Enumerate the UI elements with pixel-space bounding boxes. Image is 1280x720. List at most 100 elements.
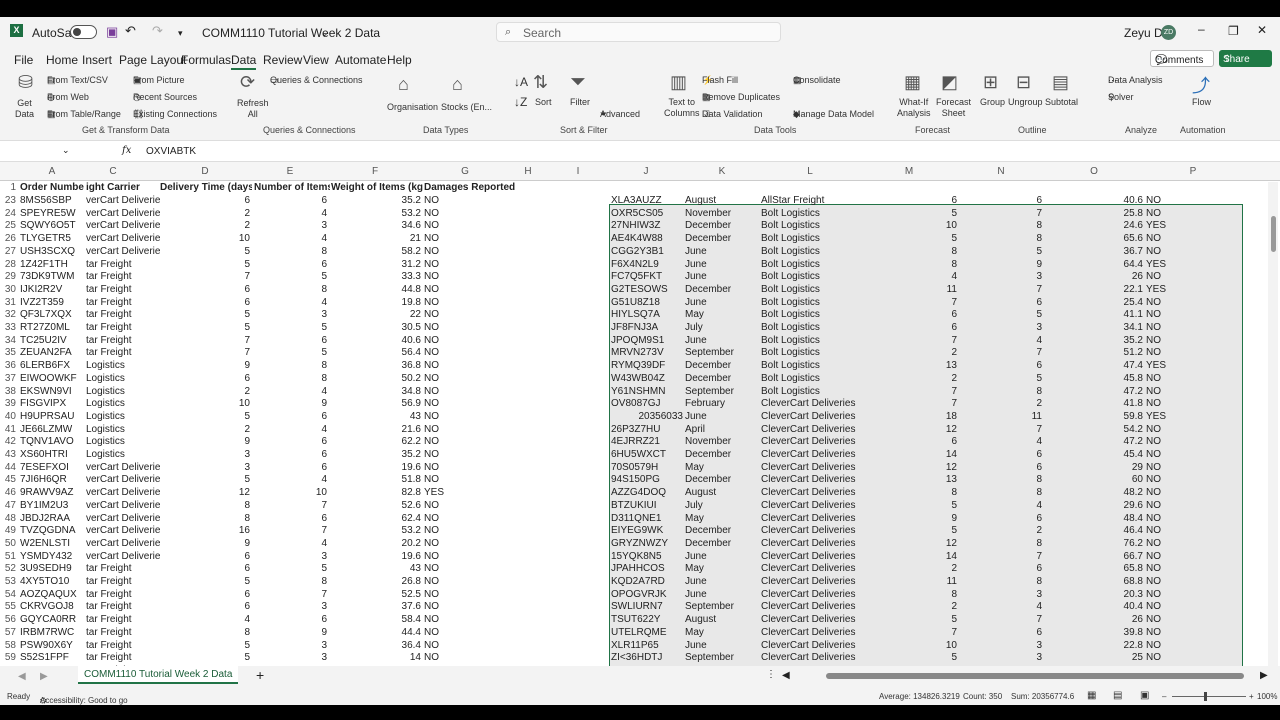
cell-items[interactable]: 6 bbox=[958, 360, 1042, 372]
row-number[interactable]: 37 bbox=[0, 373, 16, 385]
tab-help[interactable]: Help bbox=[387, 53, 412, 67]
cell-carrier[interactable]: Logistics bbox=[86, 360, 160, 372]
cell-order-number[interactable]: 73DK9TWM bbox=[20, 271, 86, 283]
cell-delivery-time[interactable]: 9 bbox=[860, 513, 957, 525]
row-number[interactable]: 52 bbox=[0, 563, 16, 575]
cell-order-number[interactable]: JF8FNJ3A bbox=[611, 322, 683, 334]
chevron-down-icon[interactable]: ⌄ bbox=[321, 28, 329, 39]
cell-weight[interactable]: 53.2 bbox=[331, 208, 421, 220]
column-header-e[interactable]: E bbox=[284, 166, 296, 178]
cell-order-number[interactable]: XLA3AUZZ bbox=[611, 195, 683, 207]
cell-delivery-time[interactable]: 7 bbox=[160, 347, 250, 359]
cell-delivery-time[interactable]: 14 bbox=[860, 551, 957, 563]
tab-page-layout[interactable]: Page Layout bbox=[119, 53, 186, 67]
row-number[interactable]: 58 bbox=[0, 640, 16, 652]
cell-items[interactable]: 6 bbox=[254, 259, 327, 271]
cell-weight[interactable]: 35.2 bbox=[1043, 335, 1143, 347]
cell-carrier[interactable]: CleverCart Deliveries bbox=[761, 398, 859, 410]
cell-damages[interactable]: NO bbox=[424, 652, 484, 664]
cell-damages[interactable]: NO bbox=[1146, 322, 1206, 334]
cell-carrier[interactable]: verCart Deliveries bbox=[86, 487, 160, 499]
cell-month[interactable]: August bbox=[685, 487, 758, 499]
cell-order-number[interactable]: Y61NSHMN bbox=[611, 386, 683, 398]
cell-month[interactable]: June bbox=[685, 246, 758, 258]
group-button[interactable]: Group bbox=[980, 97, 1005, 107]
cell-items[interactable]: 5 bbox=[254, 322, 327, 334]
cell-items[interactable]: 7 bbox=[958, 614, 1042, 626]
cell-order-number[interactable]: 7JI6H6QR bbox=[20, 474, 86, 486]
cell-month[interactable]: August bbox=[685, 614, 758, 626]
cell-order-number[interactable]: 94S150PG bbox=[611, 474, 683, 486]
cell-items[interactable]: 6 bbox=[958, 297, 1042, 309]
cell-carrier[interactable]: CleverCart Deliveries bbox=[761, 500, 859, 512]
cell-carrier[interactable]: CleverCart Deliveries bbox=[761, 576, 859, 588]
tab-review[interactable]: Review bbox=[263, 53, 302, 67]
cell-delivery-time[interactable]: 12 bbox=[860, 424, 957, 436]
cell-damages[interactable]: NO bbox=[1146, 297, 1206, 309]
cell-weight[interactable]: 34.1 bbox=[1043, 322, 1143, 334]
cell-delivery-time[interactable]: 6 bbox=[160, 297, 250, 309]
horizontal-scroll-thumb[interactable] bbox=[826, 673, 1244, 679]
cell-delivery-time[interactable]: 6 bbox=[160, 373, 250, 385]
cell-damages[interactable]: NO bbox=[424, 525, 484, 537]
cell-carrier[interactable]: CleverCart Deliveries bbox=[761, 640, 859, 652]
cell-damages[interactable]: NO bbox=[424, 246, 484, 258]
cell-weight[interactable]: 30.5 bbox=[331, 322, 421, 334]
cell-order-number[interactable]: G2TESOWS bbox=[611, 284, 683, 296]
cell-damages[interactable]: NO bbox=[424, 398, 484, 410]
cell-weight[interactable]: 24.6 bbox=[1043, 220, 1143, 232]
cell-weight[interactable]: 56.9 bbox=[331, 398, 421, 410]
cell-items[interactable]: 2 bbox=[958, 525, 1042, 537]
cell-delivery-time[interactable]: 2 bbox=[160, 424, 250, 436]
cell-damages[interactable]: NO bbox=[1146, 373, 1206, 385]
cell-weight[interactable]: 34.8 bbox=[331, 386, 421, 398]
cell-carrier[interactable]: tar Freight bbox=[86, 284, 160, 296]
cell-delivery-time[interactable]: 5 bbox=[860, 208, 957, 220]
cell-items[interactable]: 9 bbox=[958, 259, 1042, 271]
row-number[interactable]: 35 bbox=[0, 347, 16, 359]
cell-delivery-time[interactable]: 2 bbox=[860, 373, 957, 385]
cell-month[interactable]: June bbox=[685, 576, 758, 588]
row-number[interactable]: 42 bbox=[0, 436, 16, 448]
cell-carrier[interactable]: Bolt Logistics bbox=[761, 246, 859, 258]
cell-delivery-time[interactable]: 6 bbox=[860, 195, 957, 207]
cell-items[interactable]: 6 bbox=[254, 614, 327, 626]
cell-delivery-time[interactable]: 6 bbox=[160, 551, 250, 563]
cell-damages[interactable]: NO bbox=[424, 449, 484, 461]
row-number[interactable]: 31 bbox=[0, 297, 16, 309]
comments-button[interactable]: 💬 Comments bbox=[1150, 50, 1214, 67]
cell-carrier[interactable]: tar Freight bbox=[86, 297, 160, 309]
cell-damages[interactable]: NO bbox=[424, 360, 484, 372]
cell-weight[interactable]: 20.2 bbox=[331, 538, 421, 550]
header-cell-c[interactable]: ight Carrier bbox=[86, 182, 161, 194]
cell-order-number[interactable]: F6X4N2L9 bbox=[611, 259, 683, 271]
cell-delivery-time[interactable]: 4 bbox=[860, 271, 957, 283]
cell-damages[interactable]: NO bbox=[1146, 436, 1206, 448]
cell-items[interactable]: 3 bbox=[958, 589, 1042, 601]
cell-weight[interactable]: 64.4 bbox=[1043, 259, 1143, 271]
cell-carrier[interactable]: CleverCart Deliveries bbox=[761, 538, 859, 550]
cell-carrier[interactable]: verCart Deliveries bbox=[86, 233, 160, 245]
add-sheet-icon[interactable]: + bbox=[256, 667, 264, 683]
cell-order-number[interactable]: UTELRQME bbox=[611, 627, 683, 639]
cell-weight[interactable]: 26 bbox=[1043, 271, 1143, 283]
cell-items[interactable]: 3 bbox=[958, 640, 1042, 652]
row-number[interactable]: 45 bbox=[0, 474, 16, 486]
flow-button[interactable]: Flow bbox=[1192, 97, 1211, 107]
cell-weight[interactable]: 45.8 bbox=[1043, 373, 1143, 385]
cell-damages[interactable]: NO bbox=[424, 322, 484, 334]
cell-order-number[interactable]: EKSWN9VI bbox=[20, 386, 86, 398]
cell-order-number[interactable]: RYMQ39DF bbox=[611, 360, 683, 372]
cell-carrier[interactable]: verCart Deliveries bbox=[86, 462, 160, 474]
cell-weight[interactable]: 56.4 bbox=[331, 347, 421, 359]
cell-weight[interactable]: 40.4 bbox=[1043, 601, 1143, 613]
cell-damages[interactable]: NO bbox=[1146, 563, 1206, 575]
column-header-p[interactable]: P bbox=[1187, 166, 1199, 178]
cell-month[interactable]: June bbox=[685, 589, 758, 601]
cell-order-number[interactable]: AOZQAQUX bbox=[20, 589, 86, 601]
cell-carrier[interactable]: tar Freight bbox=[86, 601, 160, 613]
cell-damages[interactable]: NO bbox=[1146, 449, 1206, 461]
cell-delivery-time[interactable]: 2 bbox=[160, 220, 250, 232]
cell-carrier[interactable]: CleverCart Deliveries bbox=[761, 513, 859, 525]
cell-order-number[interactable]: XS60HTRI bbox=[20, 449, 86, 461]
